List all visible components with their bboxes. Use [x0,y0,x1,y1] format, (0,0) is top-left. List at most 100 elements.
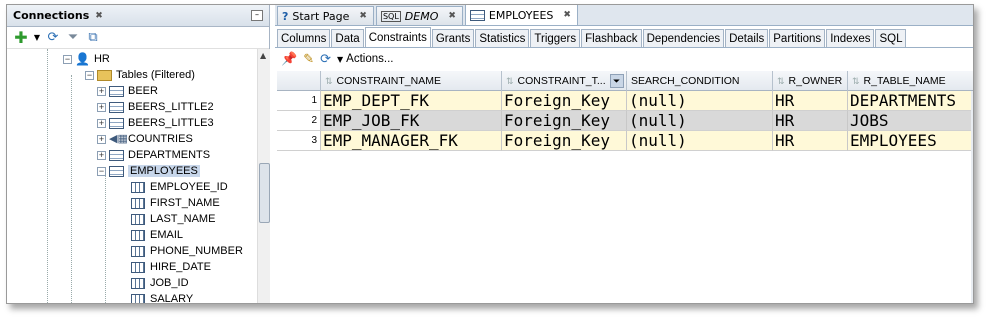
tree-item-label: EMPLOYEE_ID [150,181,228,193]
table-cell[interactable]: EMP_DEPT_FK [321,91,502,111]
table-cell[interactable]: JOBS [848,111,973,131]
collapse-icon[interactable]: − [85,70,94,80]
tab-label: Grants [435,32,471,45]
table-row[interactable]: 1 EMP_DEPT_FK Foreign_Key (null) HR DEPA… [277,91,973,111]
tab-label: Data [335,32,360,45]
close-icon[interactable]: ✖ [95,11,103,21]
user-icon: 👤 [75,52,90,66]
close-icon[interactable]: ✖ [359,11,367,21]
expand-icon[interactable]: + [97,118,106,128]
tree-item-label: COUNTRIES [128,133,193,145]
table-cell[interactable]: EMP_JOB_FK [321,111,502,131]
sort-icon: ⇅ [506,75,514,86]
table-cell[interactable]: HR [773,111,848,131]
table-cell[interactable]: (null) [627,131,773,151]
tree-item-employees[interactable]: − EMPLOYEES [97,163,200,179]
tree-item-countries[interactable]: + ◀▦ COUNTRIES [97,131,193,147]
schema-browser-icon[interactable]: ⧉ [85,30,101,46]
tab-columns[interactable]: Columns [277,29,331,47]
tree-item-column[interactable]: SALARY [131,291,193,303]
expand-icon[interactable]: + [97,102,106,112]
minimize-icon[interactable]: – [251,10,263,21]
table-cell[interactable]: Foreign_Key [502,131,627,151]
column-header[interactable]: SEARCH_CONDITION [627,71,773,91]
tree-item-departments[interactable]: + DEPARTMENTS [97,147,210,163]
table-cell[interactable]: EMP_MANAGER_FK [321,131,502,151]
collapse-icon[interactable]: − [97,166,106,176]
tree-item-column[interactable]: JOB_ID [131,275,189,291]
tab-partitions[interactable]: Partitions [769,29,826,47]
tab-demo[interactable]: SQL DEMO ✖ [375,6,463,25]
tree-item-beers-little2[interactable]: + BEERS_LITTLE2 [97,99,214,115]
close-icon[interactable]: ✖ [448,11,456,21]
tree-item-column[interactable]: PHONE_NUMBER [131,243,243,259]
table-row[interactable]: 2 EMP_JOB_FK Foreign_Key (null) HR JOBS [277,111,973,131]
tree-item-column[interactable]: EMPLOYEE_ID [131,179,228,195]
column-header-label: R_TABLE_NAME [863,75,946,87]
tree-item-label: EMAIL [150,229,184,241]
refresh-icon[interactable]: ⟳ [320,52,331,67]
grid-scrollbar[interactable] [971,91,973,303]
tab-dependencies[interactable]: Dependencies [642,29,725,47]
tree-item-label: BEERS_LITTLE2 [128,101,214,113]
tree-item-column[interactable]: HIRE_DATE [131,259,211,275]
column-header[interactable]: ⇅ R_TABLE_NAME [848,71,973,91]
column-icon [131,293,145,303]
refresh-icon[interactable]: ⟳ [45,30,61,46]
tree-item-tables[interactable]: − Tables (Filtered) [85,67,195,83]
tree-item-column[interactable]: EMAIL [131,227,183,243]
rownum-header [277,71,321,91]
tree-item-beer[interactable]: + BEER [97,83,158,99]
table-cell[interactable]: HR [773,91,848,111]
table-cell[interactable]: DEPARTMENTS [848,91,973,111]
edit-icon[interactable]: ✎ [303,52,314,67]
column-header[interactable]: ⇅ R_OWNER [773,71,848,91]
tab-start-page[interactable]: ? Start Page ✖ [277,6,374,25]
tab-grants[interactable]: Grants [431,29,475,47]
column-icon [131,213,145,225]
help-icon: ? [282,9,289,23]
tab-label: Triggers [534,32,577,45]
tab-constraints[interactable]: Constraints [364,27,431,47]
table-row[interactable]: 3 EMP_MANAGER_FK Foreign_Key (null) HR E… [277,131,973,151]
tab-statistics[interactable]: Statistics [475,29,530,47]
filter-icon[interactable]: ⏷ [65,30,81,46]
table-icon [109,149,124,161]
table-cell[interactable]: HR [773,131,848,151]
expand-icon[interactable]: + [97,86,106,96]
row-number: 1 [277,91,321,111]
add-connection-icon[interactable]: ✚ [13,29,29,46]
expand-icon[interactable]: + [97,134,106,144]
table-cell[interactable]: (null) [627,111,773,131]
expand-icon[interactable]: + [97,150,106,160]
column-header[interactable]: ⇅ CONSTRAINT_NAME [321,71,502,91]
tab-label: DEMO [404,9,439,23]
scrollbar-thumb[interactable] [259,163,270,223]
tab-details[interactable]: Details [725,29,769,47]
tree-scrollbar[interactable]: ▲ [257,49,270,303]
tree-item-column[interactable]: LAST_NAME [131,211,215,227]
tree-item-beers-little3[interactable]: + BEERS_LITTLE3 [97,115,214,131]
tab-flashback[interactable]: Flashback [581,29,642,47]
tree-item-hr[interactable]: − 👤 HR [63,51,110,67]
column-header[interactable]: ⇅ CONSTRAINT_T... ⏷ [502,71,627,91]
table-cell[interactable]: EMPLOYEES [848,131,973,151]
table-cell[interactable]: Foreign_Key [502,111,627,131]
tab-data[interactable]: Data [331,29,364,47]
collapse-icon[interactable]: − [63,54,72,64]
tab-triggers[interactable]: Triggers [530,29,581,47]
action-toolbar: 📌 ✎ ⟳ ▼ Actions... [275,48,973,70]
tree-item-column[interactable]: FIRST_NAME [131,195,220,211]
table-cell[interactable]: Foreign_Key [502,91,627,111]
tab-employees[interactable]: EMPLOYEES ✖ [464,5,578,25]
close-icon[interactable]: ✖ [563,10,571,20]
scroll-up-icon[interactable]: ▲ [260,51,266,60]
column-icon [131,245,145,257]
tab-sql[interactable]: SQL [875,29,907,47]
filter-icon[interactable]: ⏷ [609,74,624,88]
dropdown-arrow-icon[interactable]: ▼ [33,30,41,46]
pin-icon[interactable]: 📌 [281,52,297,67]
actions-dropdown[interactable]: ▼ Actions... [337,53,393,65]
tab-indexes[interactable]: Indexes [826,29,875,47]
table-cell[interactable]: (null) [627,91,773,111]
